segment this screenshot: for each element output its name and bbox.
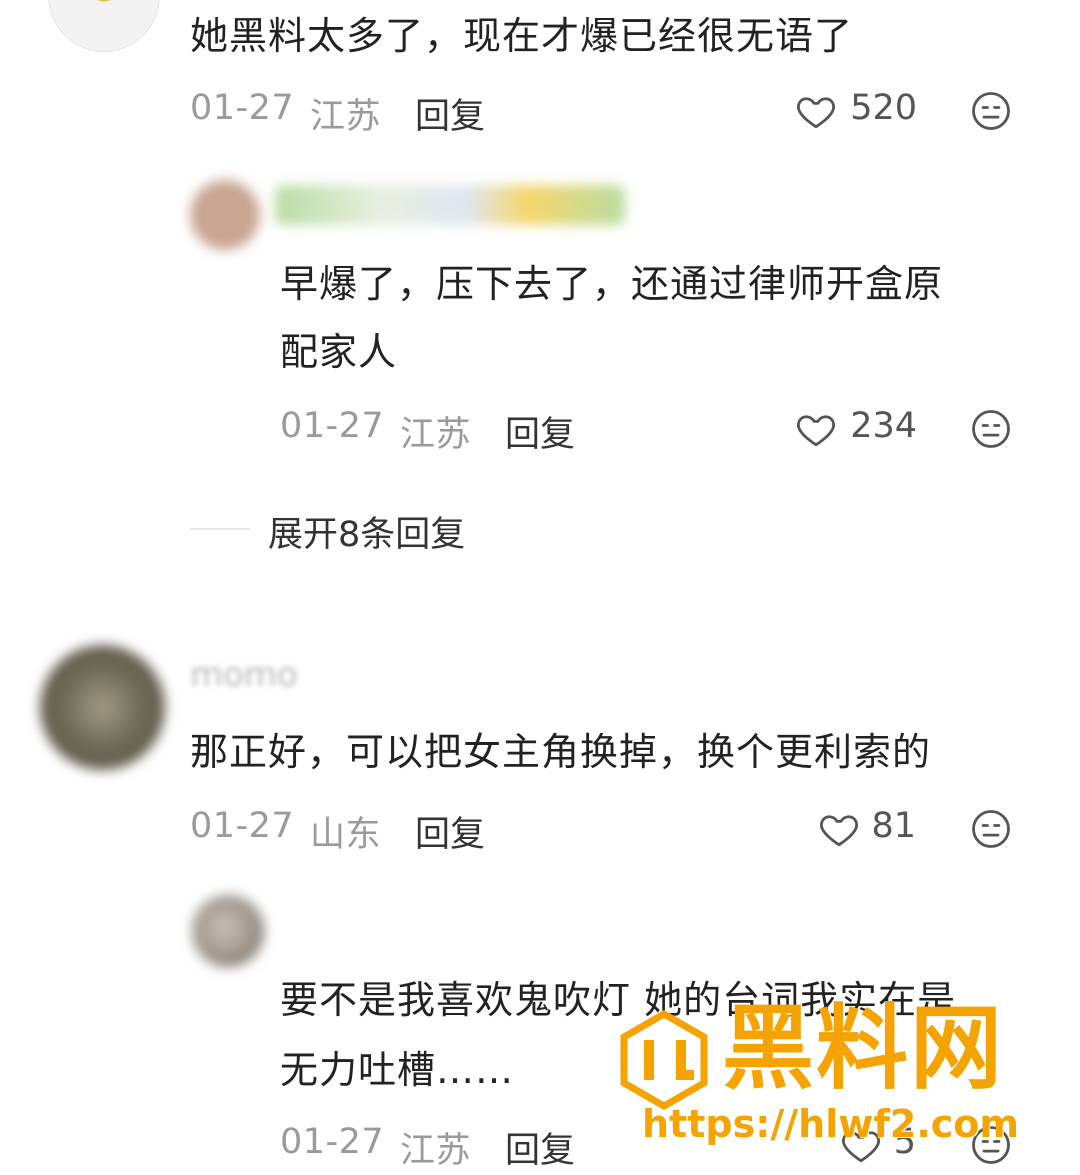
comment-region: 江苏 [400,415,472,455]
neutral-face-icon[interactable] [970,408,1012,450]
avatar[interactable] [40,645,165,770]
comment-date: 01-27 [190,88,295,128]
username: momo [190,655,298,695]
watermark-logo-icon [620,1010,708,1110]
watermark-brand: 黑料网 [722,995,1005,1102]
like-count: 81 [871,806,916,846]
expand-replies-button[interactable]: 展开8条回复 [268,506,465,557]
comment-date: 01-27 [190,806,295,846]
reply-button[interactable]: 回复 [505,406,575,457]
comment-text: 那正好，可以把女主角换掉，换个更利索的 [190,730,932,774]
comment-text: 她黑料太多了，现在才爆已经很无语了 [190,14,854,58]
comment-region: 江苏 [400,1131,472,1171]
reply-text: 配家人 [280,330,398,374]
heart-icon[interactable] [795,90,837,132]
comment-date: 01-27 [280,406,385,446]
expand-divider [190,528,250,530]
reply-button[interactable]: 回复 [415,806,485,857]
watermark: 黑料网 https://hlwf2.com [612,992,1062,1152]
like-count: 520 [850,88,917,128]
heart-icon[interactable] [795,408,837,450]
avatar[interactable] [48,0,160,52]
avatar[interactable] [192,895,264,967]
comment-region: 山东 [310,815,382,855]
watermark-url: https://hlwf2.com [642,1102,1019,1146]
neutral-face-icon[interactable] [970,808,1012,850]
reply-text: 早爆了，压下去了，还通过律师开盒原 [280,262,944,306]
reply-text: 无力吐槽…… [280,1048,515,1092]
comment-region: 江苏 [310,97,382,137]
reply-button[interactable]: 回复 [415,88,485,139]
like-count: 234 [850,406,917,446]
comment-date: 01-27 [280,1122,385,1162]
heart-icon[interactable] [818,808,860,850]
avatar[interactable] [190,180,260,250]
username-blurred [275,185,625,225]
reply-button[interactable]: 回复 [505,1122,575,1173]
neutral-face-icon[interactable] [970,90,1012,132]
